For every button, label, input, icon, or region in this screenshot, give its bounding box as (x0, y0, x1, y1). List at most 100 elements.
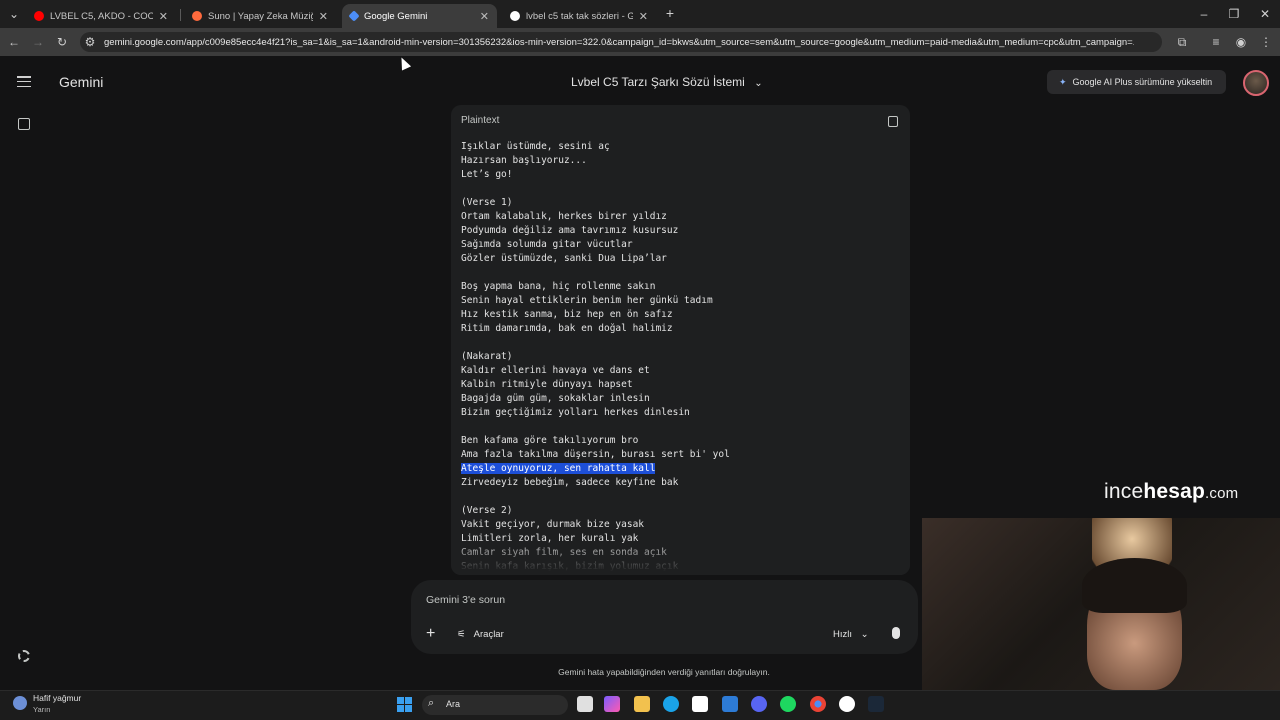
lyric-line: Senin hayal ettiklerin benim her günkü t… (461, 295, 713, 306)
search-icon: ⌕ (428, 697, 435, 709)
upgrade-button[interactable]: ✦ Google AI Plus sürümüne yükseltin (1047, 70, 1226, 94)
tab-title: LVBEL C5, AKDO - COOOK PAR (50, 10, 153, 22)
url-text[interactable]: gemini.google.com/app/c009e85ecc4e4f21?i… (104, 37, 1134, 48)
lyric-line (461, 420, 730, 434)
tab-title: Google Gemini (364, 10, 428, 22)
extensions-icon[interactable]: ⧉ (1174, 34, 1190, 50)
close-tab-icon[interactable]: ✕ (319, 10, 328, 23)
tab-lvbel-youtube[interactable]: LVBEL C5, AKDO - COOOK PAR ✕ (26, 4, 176, 28)
taskbar-search[interactable] (422, 695, 568, 715)
settings-gear-icon[interactable] (18, 650, 30, 662)
chat-title: Lvbel C5 Tarzı Şarkı Sözü İstemi (571, 75, 745, 89)
media-controls-icon[interactable]: ≡ (1208, 34, 1224, 50)
task-view-icon[interactable] (577, 696, 593, 712)
lyric-line: Vakit geçiyor, durmak bize yasak (461, 519, 645, 530)
lyric-line: Boş yapma bana, hiç rollenme sakın (461, 281, 656, 292)
lyric-line: Ateşle oynuyoruz, sen rahatta kall (461, 462, 730, 476)
sparkle-icon: ✦ (1059, 76, 1067, 87)
lyric-line: Let’s go! (461, 169, 513, 180)
weather-title[interactable]: Hafif yağmur (33, 693, 81, 703)
suno-icon (192, 11, 202, 21)
forward-arrow-icon[interactable]: → (30, 34, 46, 50)
edge-icon[interactable] (663, 696, 679, 712)
upgrade-label: Google AI Plus sürümüne yükseltin (1072, 77, 1213, 87)
lyric-line: Kaldır ellerini havaya ve dans et (461, 365, 650, 376)
app-icon[interactable] (839, 696, 855, 712)
code-block: Plaintext Işıklar üstümde, sesini aç Hazı… (451, 105, 910, 575)
lyric-line: Ama fazla takılma düşersin, burası sert … (461, 449, 730, 460)
steam-icon[interactable] (868, 696, 884, 712)
lyric-line (461, 336, 730, 350)
lyric-line: Hız kestik sanma, biz hep en ön safız (461, 309, 673, 320)
profile-icon[interactable]: ◉ (1233, 34, 1249, 50)
site-info-icon[interactable]: ⚙ (82, 34, 98, 50)
reload-icon[interactable]: ↻ (54, 34, 70, 50)
model-mode-dropdown[interactable]: Hızlı ⌄ (833, 629, 869, 640)
tools-button[interactable]: ⚟ Araçlar (457, 629, 504, 640)
maximize-window-icon[interactable]: ❐ (1226, 6, 1242, 22)
close-tab-icon[interactable]: ✕ (480, 10, 489, 23)
user-avatar[interactable] (1243, 70, 1269, 96)
prompt-composer[interactable]: Gemini 3'e sorun + ⚟ Araçlar Hızlı ⌄ (411, 580, 918, 654)
start-menu-icon[interactable] (397, 697, 412, 712)
lyric-line: Gözler üstümüzde, sanki Dua Lipa’lar (461, 253, 667, 264)
close-tab-icon[interactable]: ✕ (639, 10, 648, 23)
tab-suno[interactable]: Suno | Yapay Zeka Müziği ✕ (184, 4, 336, 28)
lyric-line: Podyumda değiliz ama tavrımız kusursuz (461, 225, 679, 236)
new-chat-icon[interactable] (18, 118, 30, 130)
app-title[interactable]: Gemini (59, 74, 103, 90)
store-icon[interactable] (692, 696, 708, 712)
prompt-input[interactable]: Gemini 3'e sorun (426, 594, 505, 606)
selected-text: Ateşle oynuyoruz, sen rahatta kall (461, 463, 656, 474)
scroll-fade (451, 540, 910, 575)
back-arrow-icon[interactable]: ← (6, 34, 22, 50)
lyric-line (461, 266, 730, 280)
lyric-line: Ortam kalabalık, herkes birer yıldız (461, 211, 667, 222)
tab-title: lvbel c5 tak tak sözleri - Google (526, 10, 633, 22)
taskbar-search-label: Ara (446, 699, 461, 709)
microphone-icon[interactable] (892, 627, 900, 639)
close-window-icon[interactable]: ✕ (1257, 6, 1273, 22)
copilot-icon[interactable] (604, 696, 620, 712)
mode-label: Hızlı (833, 629, 852, 640)
watermark-logo: incehesap.com (1104, 480, 1238, 504)
lyric-line: Bagajda güm güm, sokaklar inlesin (461, 393, 650, 404)
lyric-line: Kalbin ritmiyle dünyayı hapset (461, 379, 633, 390)
webcam-overlay (922, 518, 1280, 690)
discord-icon[interactable] (751, 696, 767, 712)
weather-rain-icon[interactable] (13, 696, 27, 710)
code-language-label: Plaintext (461, 115, 500, 126)
tools-label: Araçlar (473, 629, 504, 640)
chrome-icon[interactable] (810, 696, 826, 712)
close-tab-icon[interactable]: ✕ (159, 10, 168, 23)
file-explorer-icon[interactable] (634, 696, 650, 712)
minimize-window-icon[interactable]: – (1196, 6, 1212, 22)
lyric-line (461, 182, 730, 196)
chevron-down-icon: ⌄ (860, 629, 869, 640)
app-icon[interactable] (722, 696, 738, 712)
lyric-line: (Nakarat) (461, 351, 513, 362)
gemini-sparkle-icon (348, 10, 360, 22)
copy-code-icon[interactable] (888, 116, 898, 127)
weather-subtitle: Yarın (33, 705, 51, 714)
tab-google-gemini[interactable]: Google Gemini ✕ (342, 4, 497, 28)
new-tab-button[interactable]: + (662, 5, 678, 21)
tools-sliders-icon: ⚟ (457, 629, 466, 640)
tab-search-chevron-icon[interactable]: ⌄ (6, 6, 22, 22)
spotify-icon[interactable] (780, 696, 796, 712)
lyric-line: Ritim damarımda, bak en doğal halimiz (461, 323, 673, 334)
hamburger-menu-icon[interactable] (17, 76, 31, 88)
lyric-line: Işıklar üstümde, sesini aç (461, 141, 610, 152)
lyrics-text[interactable]: Işıklar üstümde, sesini aç Hazırsan başlı… (461, 140, 730, 574)
webcam-person-hair (1082, 558, 1187, 613)
browser-menu-icon[interactable]: ⋮ (1258, 34, 1274, 50)
add-attachment-icon[interactable]: + (426, 625, 435, 643)
watermark-part: ince (1104, 480, 1144, 503)
tab-divider (180, 9, 181, 21)
lyric-line: (Verse 2) (461, 505, 513, 516)
chat-title-dropdown[interactable]: Lvbel C5 Tarzı Şarkı Sözü İstemi ⌄ (571, 75, 763, 89)
tab-google-search[interactable]: lvbel c5 tak tak sözleri - Google ✕ (502, 4, 656, 28)
mouse-cursor (396, 55, 412, 71)
watermark-part: .com (1205, 485, 1239, 502)
lyric-line: Sağımda solumda gitar vücutlar (461, 239, 633, 250)
